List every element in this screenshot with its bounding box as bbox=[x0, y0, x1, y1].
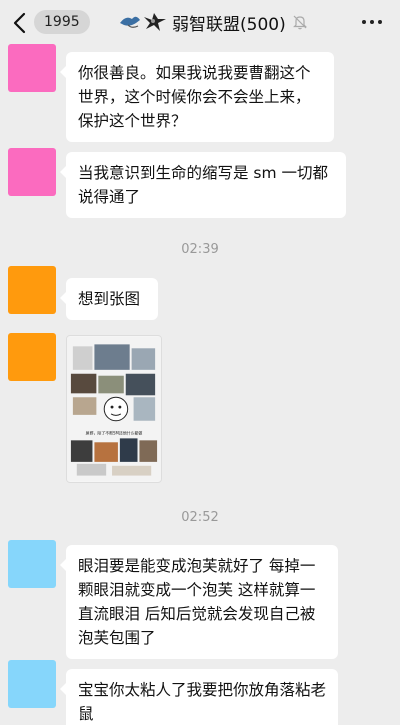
message-bubble[interactable]: 宝宝你太粘人了我要把你放角落粘老鼠 bbox=[60, 669, 338, 725]
avatar[interactable] bbox=[8, 540, 56, 588]
message-bubble[interactable]: 你很善良。如果我说我要曹翻这个世界，这个时候你会不会坐上来，保护这个世界？ bbox=[60, 52, 334, 142]
timestamp: 02:52 bbox=[181, 510, 219, 525]
page-title: 弱智联盟(500) bbox=[172, 14, 286, 35]
message-text: 想到张图 bbox=[78, 290, 141, 308]
avatar[interactable] bbox=[8, 660, 56, 708]
unread-count-badge[interactable]: 1995 bbox=[34, 10, 90, 34]
title-area[interactable]: 弱智联盟(500) bbox=[118, 9, 308, 35]
message-text: 你很善良。如果我说我要曹翻这个世界，这个时候你会不会坐上来，保护这个世界？ bbox=[78, 64, 311, 130]
ellipsis-icon-dot bbox=[362, 20, 366, 24]
image-message[interactable]: 屌群，除了不断SM还他什么都做 bbox=[66, 335, 162, 483]
ellipsis-icon-dot bbox=[378, 20, 382, 24]
message-text: 眼泪要是能变成泡芙就好了 每掉一颗眼泪就变成一个泡芙 这样就算一直流眼泪 后知后… bbox=[78, 557, 316, 647]
avatar[interactable] bbox=[8, 266, 56, 314]
collage-image: 屌群，除了不断SM还他什么都做 bbox=[67, 336, 161, 482]
message-text: 当我意识到生命的缩写是 sm 一切都说得通了 bbox=[78, 164, 329, 206]
back-button[interactable] bbox=[10, 10, 30, 36]
timestamp: 02:39 bbox=[181, 242, 219, 257]
avatar[interactable] bbox=[8, 44, 56, 92]
message-bubble[interactable]: 想到张图 bbox=[60, 278, 158, 320]
message-bubble[interactable]: 当我意识到生命的缩写是 sm 一切都说得通了 bbox=[60, 152, 346, 218]
avatar[interactable] bbox=[8, 148, 56, 196]
chevron-left-icon bbox=[13, 12, 26, 34]
avatar[interactable] bbox=[8, 333, 56, 381]
bell-off-icon bbox=[292, 15, 307, 30]
message-bubble[interactable]: 眼泪要是能变成泡芙就好了 每掉一颗眼泪就变成一个泡芙 这样就算一直流眼泪 后知后… bbox=[60, 545, 338, 659]
ellipsis-icon-dot bbox=[370, 20, 374, 24]
message-text: 宝宝你太粘人了我要把你放角落粘老鼠 bbox=[78, 681, 327, 723]
chat-header: 1995 弱智联盟(500) bbox=[0, 0, 400, 46]
group-avatar-icon bbox=[120, 13, 166, 31]
image-caption: 屌群，除了不断SM还他什么都做 bbox=[86, 430, 143, 435]
more-button[interactable] bbox=[362, 14, 382, 30]
